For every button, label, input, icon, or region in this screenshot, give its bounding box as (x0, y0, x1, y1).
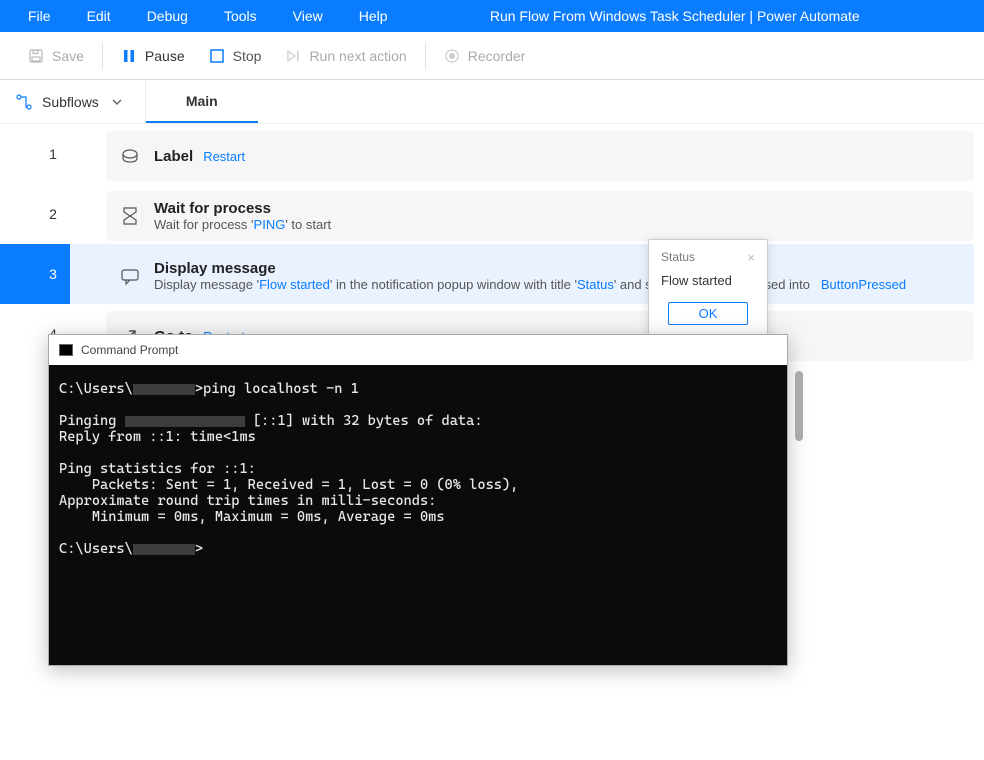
step-icon (285, 48, 301, 64)
pause-icon (121, 48, 137, 64)
menu-tools[interactable]: Tools (206, 8, 275, 24)
step-title: Display message (154, 260, 906, 277)
step-title: Label (154, 148, 193, 165)
scrollbar[interactable] (795, 371, 803, 441)
step-token: Restart (203, 149, 245, 164)
cmd-icon (59, 344, 73, 356)
menu-help[interactable]: Help (341, 8, 406, 24)
step-row[interactable]: Wait for process Wait for process 'PING'… (106, 184, 974, 244)
subnav: Subflows Main (0, 80, 984, 124)
menu-bar: File Edit Debug Tools View Help Run Flow… (0, 0, 984, 32)
subflows-label: Subflows (42, 94, 99, 110)
menu-view[interactable]: View (275, 8, 341, 24)
stop-icon (209, 48, 225, 64)
pause-label: Pause (145, 48, 185, 64)
recorder-label: Recorder (468, 48, 526, 64)
ok-button[interactable]: OK (668, 302, 749, 325)
save-icon (28, 48, 44, 64)
subflows-dropdown[interactable]: Subflows (0, 80, 146, 123)
run-next-label: Run next action (309, 48, 406, 64)
tag-icon (120, 146, 140, 166)
menu-file[interactable]: File (10, 8, 69, 24)
tabs: Main (146, 80, 258, 123)
run-next-button[interactable]: Run next action (273, 32, 418, 79)
dialog-title: Status (661, 250, 695, 265)
close-icon[interactable]: × (747, 250, 755, 265)
line-number: 2 (0, 184, 106, 244)
cmd-output: C:\Users\>ping localhost -n 1 Pinging [:… (49, 365, 787, 665)
tab-main[interactable]: Main (146, 80, 258, 123)
chat-icon (120, 266, 140, 286)
cmd-title: Command Prompt (81, 343, 178, 357)
cmd-titlebar[interactable]: Command Prompt (49, 335, 787, 365)
step-row[interactable]: Display message Display message 'Flow st… (70, 244, 974, 304)
dialog-body: Flow started (661, 273, 755, 288)
step-subtitle: Display message 'Flow started' in the no… (154, 277, 906, 292)
separator (102, 43, 103, 69)
pause-button[interactable]: Pause (109, 32, 197, 79)
step-title: Wait for process (154, 200, 331, 217)
subflows-icon (16, 94, 32, 110)
window-title: Run Flow From Windows Task Scheduler | P… (406, 8, 984, 24)
save-button[interactable]: Save (16, 32, 96, 79)
flow-area: 1 2 3 4 Label Restart (0, 124, 984, 760)
status-dialog: Status × Flow started OK (648, 239, 768, 340)
stop-button[interactable]: Stop (197, 32, 274, 79)
toolbar: Save Pause Stop Run next action Recorder (0, 32, 984, 80)
chevron-down-icon (109, 94, 125, 110)
step-row[interactable]: Label Restart (106, 124, 974, 184)
stop-label: Stop (233, 48, 262, 64)
step-subtitle: Wait for process 'PING' to start (154, 217, 331, 232)
command-prompt-window: Command Prompt C:\Users\>ping localhost … (48, 334, 788, 666)
record-icon (444, 48, 460, 64)
menu-debug[interactable]: Debug (129, 8, 206, 24)
recorder-button[interactable]: Recorder (432, 32, 538, 79)
hourglass-icon (120, 206, 140, 226)
separator (425, 43, 426, 69)
menu-edit[interactable]: Edit (69, 8, 129, 24)
save-label: Save (52, 48, 84, 64)
line-number: 1 (0, 124, 106, 184)
